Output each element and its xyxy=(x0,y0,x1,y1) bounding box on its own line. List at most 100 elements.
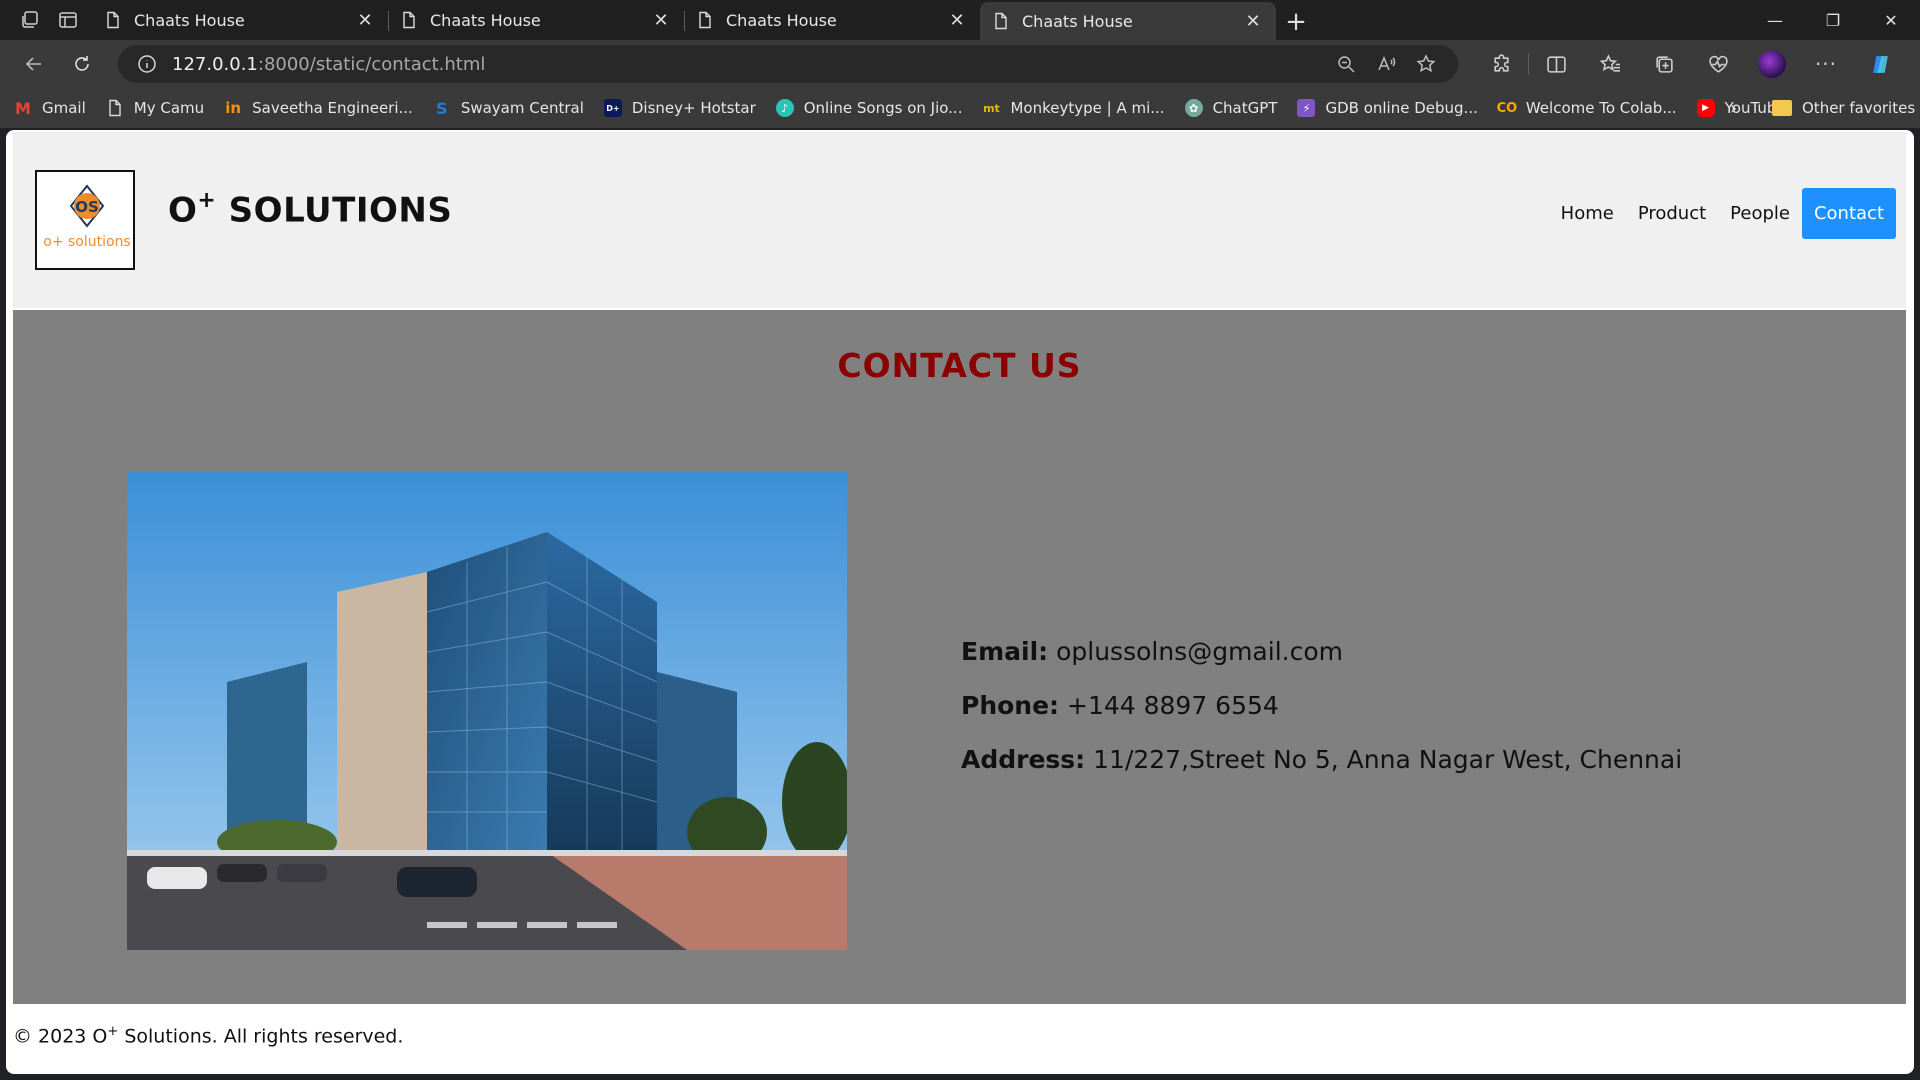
bookmark-item[interactable]: ⚡ GDB online Debug... xyxy=(1297,99,1478,117)
browser-tab-active[interactable]: Chaats House ✕ xyxy=(980,2,1276,40)
bookmark-item[interactable]: CO Welcome To Colab... xyxy=(1497,99,1677,117)
bookmark-label: Swayam Central xyxy=(460,99,584,117)
browser-tab-strip: Chaats House ✕ Chaats House ✕ Chaats Hou… xyxy=(0,0,1920,40)
minimize-icon[interactable]: — xyxy=(1746,0,1804,40)
url-path: :8000/static/contact.html xyxy=(257,53,486,75)
bookmark-label: Monkeytype | A mi... xyxy=(1010,99,1165,117)
phone-value[interactable]: +144 8897 6554 xyxy=(1059,691,1279,720)
close-tab-icon[interactable]: ✕ xyxy=(946,9,968,31)
bookmark-item[interactable]: in Saveetha Engineeri... xyxy=(224,99,413,117)
footer-prefix: © 2023 O xyxy=(13,1025,108,1048)
read-aloud-icon[interactable] xyxy=(1366,49,1406,79)
bookmark-label: Disney+ Hotstar xyxy=(631,99,756,117)
bookmark-label: Gmail xyxy=(42,99,86,117)
phone-line: Phone: +144 8897 6554 xyxy=(961,690,1682,744)
browser-tab[interactable]: Chaats House ✕ xyxy=(92,2,388,38)
browser-essentials-icon[interactable] xyxy=(1691,44,1745,84)
close-tab-icon[interactable]: ✕ xyxy=(1242,10,1264,32)
close-tab-icon[interactable]: ✕ xyxy=(354,9,376,31)
bookmark-label: ChatGPT xyxy=(1212,99,1278,117)
tab-title: Chaats House xyxy=(430,10,541,30)
bookmark-label: Online Songs on Jio... xyxy=(803,99,963,117)
new-tab-button[interactable]: + xyxy=(1276,4,1316,40)
page-icon xyxy=(699,11,711,29)
logo-mark: OS xyxy=(75,198,99,216)
browser-tab[interactable]: Chaats House ✕ xyxy=(684,2,980,38)
nav-product[interactable]: Product xyxy=(1626,188,1718,239)
more-options-icon[interactable]: ··· xyxy=(1799,44,1853,84)
tab-actions-icon[interactable] xyxy=(52,4,84,36)
swayam-icon: S xyxy=(436,98,448,118)
back-button[interactable] xyxy=(14,44,54,84)
split-screen-icon[interactable] xyxy=(1529,44,1583,84)
favorite-star-icon[interactable] xyxy=(1406,49,1446,79)
bookmark-label: My Camu xyxy=(133,99,205,117)
bookmark-item[interactable]: D+ Disney+ Hotstar xyxy=(603,99,756,117)
gdb-icon: ⚡ xyxy=(1297,99,1316,117)
other-favorites[interactable]: Other favorites xyxy=(1772,88,1915,128)
browser-tab[interactable]: Chaats House ✕ xyxy=(388,2,684,38)
refresh-icon xyxy=(75,56,89,71)
site-nav: Home Product People Contact xyxy=(1549,188,1896,239)
bookmark-item[interactable]: ✿ ChatGPT xyxy=(1184,99,1278,117)
bookmarks-bar: M Gmail My Camu in Saveetha Engineeri...… xyxy=(0,88,1920,128)
other-favorites-label: Other favorites xyxy=(1802,99,1916,117)
browser-tools: ··· xyxy=(1474,44,1907,84)
phone-label: Phone: xyxy=(961,691,1060,720)
jiosaavn-icon: ♪ xyxy=(775,99,794,117)
page-icon xyxy=(995,12,1007,30)
tab-title: Chaats House xyxy=(134,10,245,30)
address-line: Address: 11/227,Street No 5, Anna Nagar … xyxy=(961,744,1682,798)
bookmark-item[interactable]: ♪ Online Songs on Jio... xyxy=(775,99,963,117)
logo-graphic: OS o+ solutions xyxy=(37,172,133,268)
contact-section: CONTACT US Email: oplussolns@gmail.com P… xyxy=(13,310,1906,1004)
page-viewport: OS o+ solutions O+ SOLUTIONS Home Produc… xyxy=(6,130,1914,1074)
refresh-button[interactable] xyxy=(62,44,102,84)
logo-text: o+ solutions xyxy=(43,234,130,250)
bookmark-label: GDB online Debug... xyxy=(1325,99,1478,117)
address-value: 11/227,Street No 5, Anna Nagar West, Che… xyxy=(1085,745,1683,774)
window-controls: — ❐ ✕ xyxy=(1746,0,1920,40)
address-bar[interactable]: 127.0.0.1 :8000/static/contact.html xyxy=(118,45,1458,83)
url-host: 127.0.0.1 xyxy=(172,53,258,75)
nav-contact[interactable]: Contact xyxy=(1801,188,1896,239)
bookmark-item[interactable]: My Camu xyxy=(106,99,204,117)
footer-superscript: + xyxy=(107,1024,119,1039)
extensions-icon[interactable] xyxy=(1474,44,1528,84)
close-window-icon[interactable]: ✕ xyxy=(1862,0,1920,40)
address-label: Address: xyxy=(961,745,1086,774)
nav-home[interactable]: Home xyxy=(1549,188,1626,239)
monkeytype-icon: mt xyxy=(983,101,1000,115)
logo[interactable]: OS o+ solutions xyxy=(35,170,135,270)
brand-rest: SOLUTIONS xyxy=(216,190,453,231)
zoom-icon[interactable] xyxy=(1326,49,1366,79)
favorites-icon[interactable] xyxy=(1583,44,1637,84)
brand-letter: O xyxy=(168,190,198,231)
restore-icon[interactable]: ❐ xyxy=(1804,0,1862,40)
email-value[interactable]: oplussolns@gmail.com xyxy=(1048,637,1343,666)
brand-superscript: + xyxy=(197,188,217,213)
bookmark-item[interactable]: M Gmail xyxy=(14,99,86,118)
bookmark-item[interactable]: mt Monkeytype | A mi... xyxy=(982,99,1164,117)
workspaces-icon[interactable] xyxy=(14,4,46,36)
email-label: Email: xyxy=(961,637,1049,666)
tab-strip-actions xyxy=(0,0,92,40)
copilot-icon[interactable] xyxy=(1853,44,1907,84)
saveetha-icon: in xyxy=(225,99,242,117)
bookmark-label: Welcome To Colab... xyxy=(1525,99,1677,117)
close-tab-icon[interactable]: ✕ xyxy=(650,9,672,31)
brand-title: O+ SOLUTIONS xyxy=(168,188,453,231)
footer-suffix: Solutions. All rights reserved. xyxy=(118,1025,404,1048)
site-info-icon[interactable] xyxy=(136,53,158,75)
nav-people[interactable]: People xyxy=(1718,188,1802,239)
page-icon xyxy=(109,99,121,117)
bookmark-item[interactable]: S Swayam Central xyxy=(433,98,584,118)
tab-title: Chaats House xyxy=(726,10,837,30)
back-arrow-icon xyxy=(25,57,41,71)
chevron-right-icon[interactable]: › xyxy=(1730,88,1737,128)
profile-avatar[interactable] xyxy=(1745,44,1799,84)
collections-icon[interactable] xyxy=(1637,44,1691,84)
site-footer: © 2023 O+ Solutions. All rights reserved… xyxy=(13,1024,403,1047)
tab-title: Chaats House xyxy=(1022,11,1133,31)
page-icon xyxy=(403,11,415,29)
